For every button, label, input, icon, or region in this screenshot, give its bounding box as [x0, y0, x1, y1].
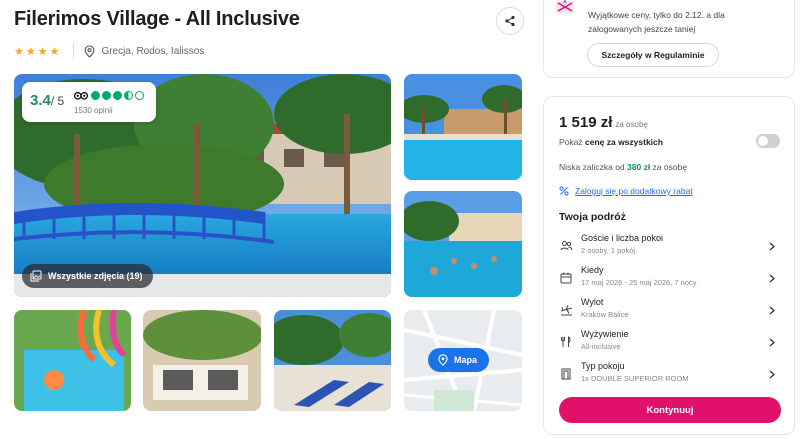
percent-icon — [559, 186, 569, 196]
price-unit: za osobę — [615, 120, 648, 129]
trip-row-label: Kiedy — [581, 265, 604, 275]
room-icon — [559, 367, 573, 381]
trip-row-value: 1x DOUBLE SUPERIOR ROOM — [581, 374, 689, 383]
guests-icon — [559, 239, 573, 253]
rating-bubble-icon — [113, 91, 122, 100]
total-price-toggle[interactable] — [756, 134, 780, 148]
trip-row-value: 2 osoby, 1 pokój — [581, 246, 636, 255]
photo-pool-guests[interactable] — [404, 191, 522, 297]
promo-badge-icon — [556, 0, 574, 13]
rating-bubble-empty-icon — [135, 91, 144, 100]
deposit-info: Niska zaliczka od 380 zł za osobę — [559, 162, 688, 172]
food-icon — [559, 335, 573, 349]
trip-row-value: Kraków Balice — [581, 310, 629, 319]
trip-row-room-type[interactable]: Typ pokoju 1x DOUBLE SUPERIOR ROOM — [559, 361, 781, 389]
trip-row-value: 17 maj 2026 - 25 maj 2026, 7 nocy — [581, 278, 697, 287]
trip-row-flight[interactable]: Wylot Kraków Balice — [559, 297, 781, 325]
trip-row-label: Typ pokoju — [581, 361, 625, 371]
share-icon — [505, 15, 515, 27]
rating-bubble-icon — [91, 91, 100, 100]
divider — [73, 43, 75, 59]
map-pin-icon — [438, 354, 448, 366]
promo-text: Wyjątkowe ceny, tylko do 2.12. a dla zal… — [588, 10, 725, 34]
all-photos-button[interactable]: Wszystkie zdjęcia (19) — [22, 264, 153, 288]
regulations-details-button[interactable]: Szczegóły w Regulaminie — [587, 43, 719, 67]
photo-sunbeds[interactable] — [274, 310, 391, 411]
hotel-title: Filerimos Village - All Inclusive — [14, 8, 300, 30]
share-button[interactable] — [496, 7, 524, 35]
location-pin-icon — [84, 44, 95, 58]
plane-icon — [559, 303, 573, 317]
hotel-stars: ★★★★ — [14, 45, 62, 58]
hotel-location[interactable]: Grecja, Rodos, Ialissos — [101, 46, 204, 57]
rating-max: / 5 — [50, 94, 65, 108]
rating-bubbles — [91, 91, 144, 100]
trip-row-board[interactable]: Wyżywienie All-inclusive — [559, 329, 781, 357]
map-button[interactable]: Mapa — [428, 348, 490, 372]
continue-button[interactable]: Kontynuuj — [559, 397, 781, 423]
hotel-meta: ★★★★ Grecja, Rodos, Ialissos — [14, 42, 204, 60]
trip-section-title: Twoja podróż — [559, 211, 626, 223]
rating-bubble-icon — [102, 91, 111, 100]
login-discount-link[interactable]: Zaloguj się po dodatkowy rabat — [559, 186, 693, 196]
rating-review-count: 1530 opinii — [74, 106, 113, 115]
chevron-right-icon — [767, 336, 777, 348]
total-price-toggle-label: Pokaż cenę za wszystkich — [559, 137, 663, 147]
price: 1 519 zł za osobę — [559, 114, 648, 131]
photo-terrace[interactable] — [143, 310, 261, 411]
trip-row-label: Wyżywienie — [581, 329, 629, 339]
chevron-right-icon — [767, 272, 777, 284]
all-photos-label: Wszystkie zdjęcia (19) — [48, 271, 143, 281]
rating-score: 3.4/ 5 — [30, 92, 65, 109]
trip-row-label: Wylot — [581, 297, 604, 307]
price-value: 1 519 zł — [559, 114, 613, 131]
chevron-right-icon — [767, 368, 777, 380]
trip-row-guests[interactable]: Goście i liczba pokoi 2 osoby, 1 pokój — [559, 233, 781, 261]
calendar-icon — [559, 271, 573, 285]
tripadvisor-owl-icon — [74, 91, 88, 100]
trip-row-label: Goście i liczba pokoi — [581, 233, 664, 243]
booking-panel: 1 519 zł za osobę Pokaż cenę za wszystkic… — [543, 96, 795, 435]
trip-row-dates[interactable]: Kiedy 17 maj 2026 - 25 maj 2026, 7 nocy — [559, 265, 781, 293]
trip-row-value: All-inclusive — [581, 342, 621, 351]
photo-waterpark[interactable] — [14, 310, 131, 411]
photos-icon — [30, 270, 42, 282]
map-button-label: Mapa — [454, 355, 478, 365]
login-discount-label: Zaloguj się po dodatkowy rabat — [575, 186, 693, 196]
chevron-right-icon — [767, 304, 777, 316]
rating-bubble-half-icon — [124, 91, 133, 100]
photo-pool-palms[interactable] — [404, 74, 522, 180]
rating-card[interactable]: 3.4/ 5 1530 opinii — [22, 82, 156, 122]
promo-panel: Wyjątkowe ceny, tylko do 2.12. a dla zal… — [543, 0, 795, 78]
chevron-right-icon — [767, 240, 777, 252]
